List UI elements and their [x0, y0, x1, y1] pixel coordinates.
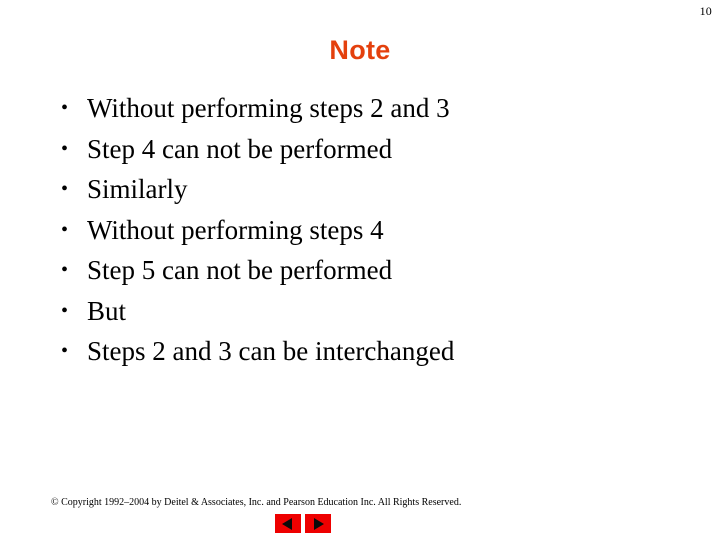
previous-slide-button[interactable]	[275, 514, 301, 533]
navigation-controls	[275, 514, 333, 533]
list-item-label: Without performing steps 4	[87, 214, 384, 245]
bullet-icon: •	[61, 218, 69, 241]
list-item: • Step 4 can not be performed	[56, 129, 656, 170]
slide-canvas: 10 Note • Without performing steps 2 and…	[0, 0, 720, 540]
list-item-label: Step 4 can not be performed	[87, 133, 393, 164]
copyright-notice: © Copyright 1992–2004 by Deitel & Associ…	[51, 497, 462, 508]
list-item-label: Step 5 can not be performed	[87, 255, 393, 285]
list-item: • Without performing steps 4	[56, 210, 656, 251]
list-item: • Similarly	[56, 169, 656, 210]
bullet-icon: •	[61, 259, 69, 281]
list-item-label: Steps 2 and 3 can be interchanged	[87, 336, 455, 366]
bullet-icon: •	[61, 340, 69, 362]
list-item-label: Similarly	[87, 174, 188, 204]
bullet-icon: •	[61, 137, 69, 160]
bullet-icon: •	[61, 299, 69, 322]
list-item-label: Without performing steps 2 and 3	[87, 93, 450, 123]
bullet-icon: •	[61, 97, 69, 119]
list-item: • But	[56, 291, 656, 332]
triangle-left-icon	[282, 517, 292, 530]
list-item-label: But	[87, 295, 127, 326]
list-item: • Without performing steps 2 and 3	[56, 88, 656, 129]
bullet-list: • Without performing steps 2 and 3 • Ste…	[56, 88, 656, 372]
triangle-right-icon	[314, 517, 324, 530]
page-title: Note	[329, 35, 391, 65]
page-number: 10	[699, 4, 712, 18]
next-slide-button[interactable]	[305, 514, 331, 533]
list-item: • Steps 2 and 3 can be interchanged	[56, 331, 656, 372]
list-item: • Step 5 can not be performed	[56, 250, 656, 291]
bullet-icon: •	[61, 178, 69, 200]
